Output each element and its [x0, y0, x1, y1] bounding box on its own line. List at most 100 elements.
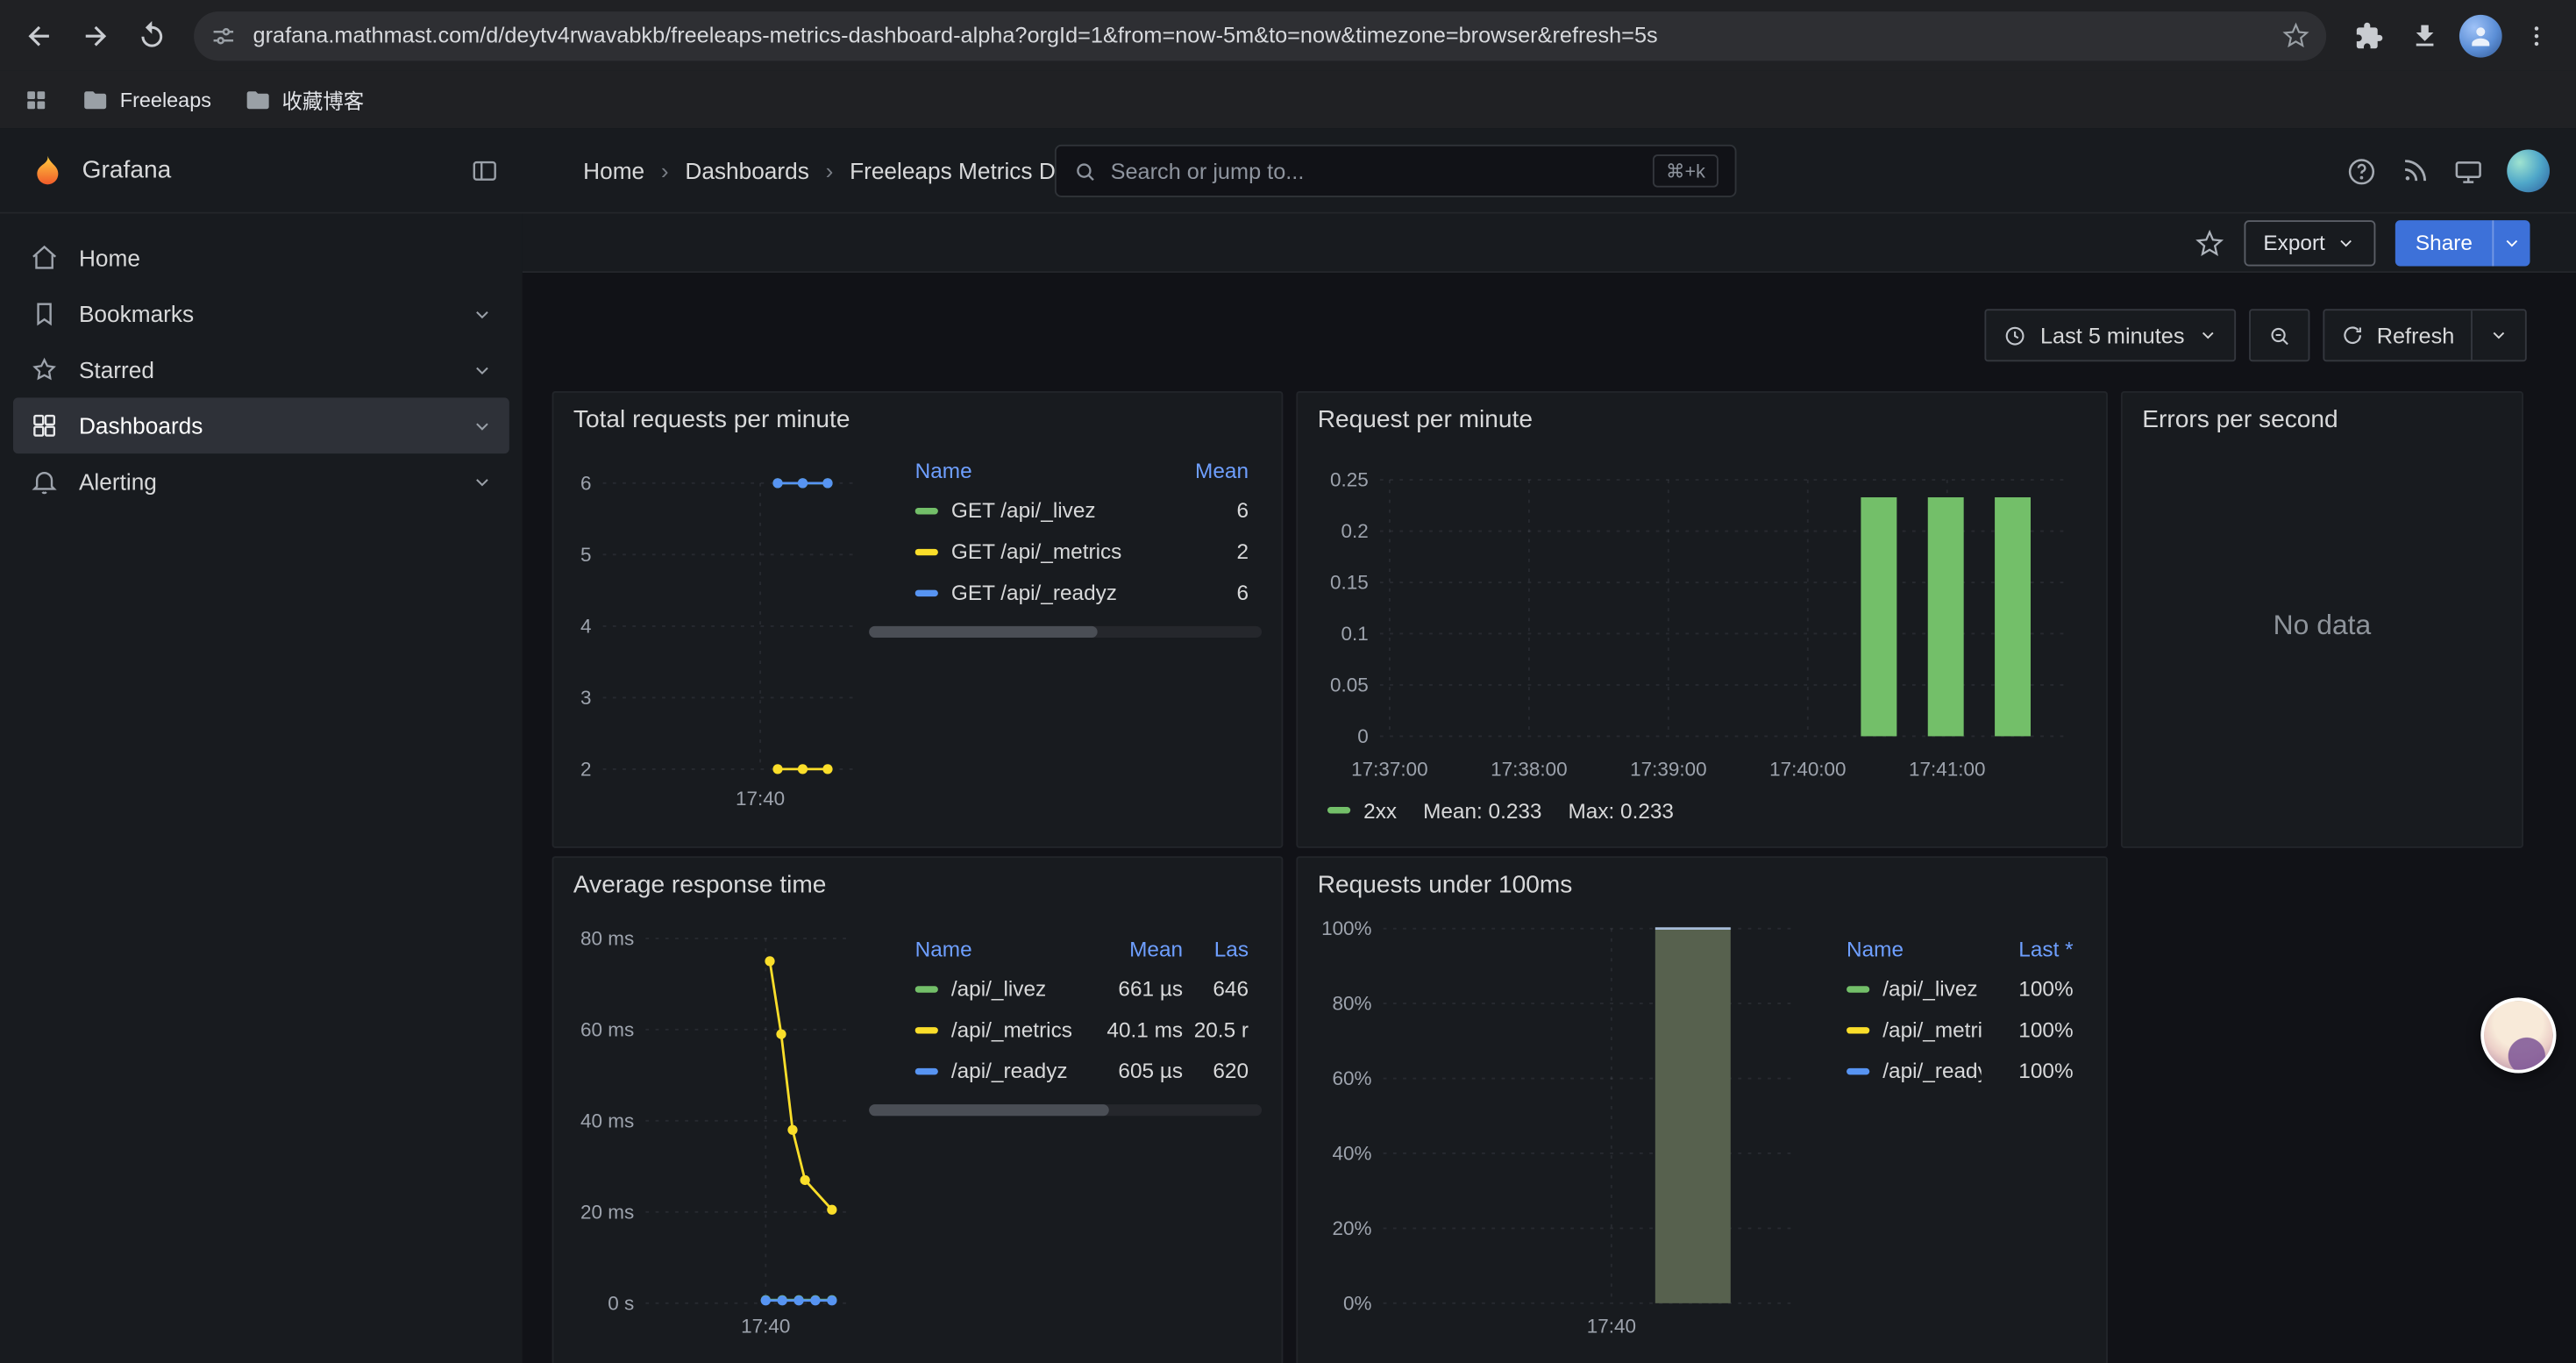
sidebar-item-home[interactable]: Home [13, 230, 509, 286]
url-text: grafana.mathmast.com/d/deytv4rwavabkb/fr… [253, 23, 2266, 47]
share-label: Share [2395, 219, 2492, 265]
series-name: /api/_livez [951, 976, 1046, 1001]
svg-text:17:40: 17:40 [741, 1316, 790, 1338]
screen: grafana.mathmast.com/d/deytv4rwavabkb/fr… [0, 0, 2576, 1363]
series-last-value: 100% [1982, 1017, 2074, 1042]
series-toggle[interactable]: /api/_metrics [1847, 1017, 1982, 1042]
search-icon [1073, 159, 1098, 183]
browser-menu-icon[interactable] [2510, 9, 2563, 61]
reload-icon[interactable] [125, 9, 177, 61]
bookmark-folder-freeleaps[interactable]: Freeleaps [82, 86, 211, 112]
back-icon[interactable] [13, 9, 66, 61]
chevron-down-icon[interactable] [472, 415, 493, 436]
svg-text:3: 3 [580, 687, 592, 709]
legend-col-mean[interactable]: Mean [1081, 936, 1183, 960]
svg-text:2: 2 [580, 758, 592, 780]
legend-col-name[interactable]: Name [915, 458, 1156, 482]
chevron-down-icon[interactable] [472, 303, 493, 325]
breadcrumb-home[interactable]: Home [583, 157, 644, 183]
series-toggle[interactable]: /api/_livez [915, 976, 1081, 1001]
series-toggle[interactable]: GET /api/_readyz [915, 580, 1156, 604]
svg-text:60%: 60% [1333, 1067, 1372, 1089]
series-toggle[interactable]: 2xx [1327, 798, 1397, 823]
svg-text:100%: 100% [1321, 917, 1371, 939]
refresh-button[interactable]: Refresh [2324, 310, 2471, 360]
svg-text:17:39:00: 17:39:00 [1630, 758, 1706, 780]
legend-col-name[interactable]: Name [1847, 936, 1982, 960]
panel-title[interactable]: Average response time [553, 858, 1281, 905]
series-toggle[interactable]: GET /api/_livez [915, 498, 1156, 523]
profile-avatar[interactable] [2454, 9, 2507, 61]
favorite-star-icon[interactable] [2195, 228, 2224, 258]
user-avatar[interactable] [2507, 150, 2550, 193]
series-color-swatch [915, 1067, 938, 1074]
series-color-swatch [1847, 1026, 1869, 1032]
bookmark-icon [30, 299, 60, 329]
bookmark-star-icon[interactable] [2282, 21, 2310, 49]
export-button[interactable]: Export [2244, 219, 2376, 265]
chevron-down-icon [2337, 232, 2356, 252]
forward-icon[interactable] [69, 9, 122, 61]
series-toggle[interactable]: /api/_readyz [915, 1059, 1081, 1083]
downloads-icon[interactable] [2399, 9, 2451, 61]
scrollbar-thumb[interactable] [869, 626, 1097, 638]
timeseries-chart[interactable]: 80 ms60 ms40 ms20 ms0 s17:40 [570, 905, 869, 1345]
share-button[interactable]: Share [2395, 219, 2530, 265]
series-color-swatch [915, 589, 938, 596]
breadcrumb-dashboards[interactable]: Dashboards [685, 157, 808, 183]
scrollbar-thumb[interactable] [869, 1104, 1108, 1116]
sidebar-item-alerting[interactable]: Alerting [13, 453, 509, 510]
news-rss-icon[interactable] [2400, 156, 2430, 186]
url-bar[interactable]: grafana.mathmast.com/d/deytv4rwavabkb/fr… [194, 11, 2326, 60]
share-dropdown-icon[interactable] [2492, 219, 2530, 265]
help-icon[interactable] [2346, 155, 2378, 187]
series-toggle[interactable]: /api/_livez [1847, 976, 1982, 1001]
series-name: /api/_metrics [1882, 1017, 1981, 1042]
series-color-swatch [915, 548, 938, 554]
monitor-icon[interactable] [2452, 155, 2484, 187]
refresh-control: Refresh [2323, 309, 2527, 361]
time-range-picker[interactable]: Last 5 minutes [1984, 309, 2235, 361]
legend-inline: 2xx Mean: 0.233 Max: 0.233 [1314, 789, 2089, 831]
legend-col-name[interactable]: Name [915, 936, 1081, 960]
series-toggle[interactable]: GET /api/_metrics [915, 539, 1156, 564]
legend-horizontal-scrollbar[interactable] [869, 626, 1262, 638]
chevron-down-icon[interactable] [472, 359, 493, 380]
grafana-logo[interactable] [30, 152, 66, 188]
floating-assistant-avatar[interactable] [2480, 997, 2556, 1073]
collapse-sidebar-icon[interactable] [470, 155, 500, 185]
apps-grid-icon[interactable] [23, 86, 49, 112]
legend-col-last[interactable]: Las [1183, 936, 1249, 960]
legend-horizontal-scrollbar[interactable] [869, 1104, 1262, 1116]
search-input[interactable]: Search or jump to... ⌘+k [1055, 145, 1737, 197]
refresh-interval-dropdown[interactable] [2471, 310, 2525, 360]
panel-title[interactable]: Requests under 100ms [1298, 858, 2106, 905]
series-toggle[interactable]: /api/_metrics [915, 1017, 1081, 1042]
bookmark-folder-blogs[interactable]: 收藏博客 [244, 84, 364, 116]
bell-icon [30, 467, 60, 496]
clock-icon [2003, 323, 2027, 347]
panel-title[interactable]: Errors per second [2123, 393, 2522, 440]
panel-title[interactable]: Total requests per minute [553, 393, 1281, 440]
chevron-down-icon[interactable] [472, 471, 493, 492]
sidebar-item-starred[interactable]: Starred [13, 342, 509, 398]
bar-chart[interactable]: 0.250.20.150.10.05017:37:0017:38:0017:39… [1314, 440, 2093, 789]
series-toggle[interactable]: /api/_readyz [1847, 1059, 1982, 1083]
svg-text:20%: 20% [1333, 1217, 1372, 1239]
panel-requests-under-100ms: Requests under 100ms 100%80%60%40%20%0%1… [1296, 856, 2108, 1363]
extensions-icon[interactable] [2343, 9, 2395, 61]
legend-col-mean[interactable]: Mean [1156, 458, 1249, 482]
series-last-value: 100% [1982, 1059, 2074, 1083]
legend-col-last[interactable]: Last * [1982, 936, 2074, 960]
timeseries-chart[interactable]: 6543217:40 [570, 440, 869, 818]
bar-chart[interactable]: 100%80%60%40%20%0%17:40 [1314, 905, 1807, 1345]
site-info-icon[interactable] [210, 22, 237, 48]
svg-text:20 ms: 20 ms [580, 1201, 634, 1223]
search-placeholder: Search or jump to... [1111, 159, 1640, 183]
sidebar-item-bookmarks[interactable]: Bookmarks [13, 286, 509, 342]
sidebar-item-dashboards[interactable]: Dashboards [13, 397, 509, 453]
svg-text:5: 5 [580, 544, 592, 566]
panel-title[interactable]: Request per minute [1298, 393, 2106, 440]
zoom-out-button[interactable] [2249, 309, 2309, 361]
series-last-value: 20.5 r [1183, 1017, 1249, 1042]
